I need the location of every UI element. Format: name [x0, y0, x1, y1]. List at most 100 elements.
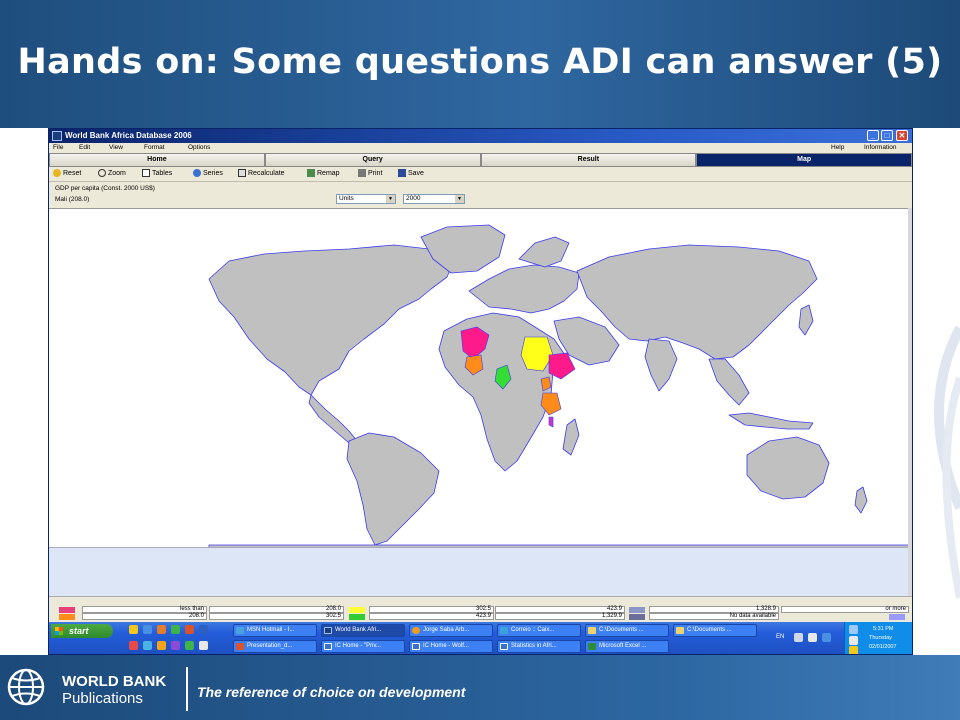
vertical-scrollbar[interactable] [908, 208, 912, 596]
taskbar-button-label: MSN Hotmail - I... [247, 627, 295, 633]
world-bank-logo-icon [7, 668, 45, 706]
taskbar-button-label: Presentation_d... [247, 643, 293, 649]
quicklaunch-icon[interactable] [185, 641, 194, 650]
app-icon [412, 627, 420, 634]
units-select[interactable]: Units ▼ [336, 194, 396, 204]
quicklaunch-icon[interactable] [157, 625, 166, 634]
taskbar-button[interactable]: Microsoft Excel ... [585, 640, 669, 653]
app-window: World Bank Africa Database 2006 _ □ ✕ Fi… [48, 128, 913, 655]
reset-button[interactable]: Reset [53, 169, 81, 177]
quicklaunch-icon[interactable] [171, 641, 180, 650]
tab-home[interactable]: Home [49, 153, 265, 167]
taskbar-button[interactable]: Correio :: Caix... [497, 624, 581, 637]
legend-value: 1,329.9 [495, 613, 625, 620]
language-indicator[interactable]: EN [776, 634, 784, 640]
taskbar-button-label: C:\Documents ... [687, 627, 732, 633]
landmass-japan [798, 304, 814, 336]
series-button[interactable]: Series [193, 169, 223, 177]
landmass-australia [746, 436, 830, 500]
close-button[interactable]: ✕ [896, 130, 908, 141]
menu-information[interactable]: Information [864, 144, 897, 151]
tray-icon[interactable] [794, 633, 803, 642]
legend-value: 302.5 [369, 606, 494, 613]
quicklaunch-icon[interactable] [129, 625, 138, 634]
quicklaunch-icon[interactable] [143, 641, 152, 650]
save-button[interactable]: Save [398, 169, 424, 177]
clock-time[interactable]: 5:31 PM [873, 626, 893, 632]
volume-icon[interactable] [849, 636, 858, 645]
legend-value: 1,328.9 [649, 606, 779, 613]
tab-result[interactable]: Result [480, 153, 697, 167]
map-legend: less than 208.0 208.0 302.5 302.5 423.9 … [49, 605, 912, 622]
clock-day: Thursday [869, 635, 892, 641]
menu-options[interactable]: Options [188, 144, 210, 151]
taskbar-button[interactable]: C:\Documents ... [673, 624, 757, 637]
legend-swatch-5 [629, 607, 645, 613]
legend-value: 423.9 [495, 606, 625, 613]
menu-format[interactable]: Format [144, 144, 165, 151]
tray-icon[interactable] [808, 633, 817, 642]
toolbar: Reset Zoom Tables Series Recalculate Rem… [49, 167, 912, 181]
menu-edit[interactable]: Edit [79, 144, 90, 151]
taskbar-button[interactable]: IC Home - "Priv... [321, 640, 405, 653]
tables-button[interactable]: Tables [142, 169, 172, 177]
taskbar-button[interactable]: MSN Hotmail - I... [233, 624, 317, 637]
quicklaunch-icon[interactable] [129, 641, 138, 650]
remap-button[interactable]: Remap [307, 169, 340, 177]
taskbar-button-label: Jorge Saba Arb... [423, 627, 470, 633]
world-map[interactable] [49, 208, 912, 549]
window-titlebar[interactable]: World Bank Africa Database 2006 _ □ ✕ [49, 129, 912, 143]
recalculate-button[interactable]: Recalculate [238, 169, 285, 177]
taskbar-button-label: Statistics in Afri... [511, 643, 557, 649]
legend-value: 302.5 [209, 613, 344, 620]
print-button[interactable]: Print [358, 169, 382, 177]
tab-bar: Home Query Result Map [49, 153, 912, 167]
landmass-india [644, 338, 678, 392]
taskbar-button-label: IC Home - "Priv... [335, 643, 382, 649]
alert-icon[interactable] [849, 646, 858, 654]
quicklaunch-icon[interactable] [171, 625, 180, 634]
chevron-down-icon: ▼ [386, 195, 395, 203]
decorative-swirl [913, 128, 960, 655]
region-ethiopia [548, 352, 576, 380]
menu-file[interactable]: File [53, 144, 63, 151]
tab-query[interactable]: Query [264, 153, 481, 167]
landmass-indonesia [728, 412, 814, 430]
taskbar-button[interactable]: Jorge Saba Arb... [409, 624, 493, 637]
minimize-button[interactable]: _ [867, 130, 879, 141]
start-button[interactable]: start [51, 624, 113, 638]
menu-help[interactable]: Help [831, 144, 844, 151]
year-select[interactable]: 2000 ▼ [403, 194, 465, 204]
quicklaunch-icon[interactable] [143, 625, 152, 634]
landmass-south-america [346, 432, 440, 546]
footer-tagline: The reference of choice on development [197, 684, 466, 700]
tab-map[interactable]: Map [696, 153, 912, 167]
quicklaunch-icon[interactable] [185, 625, 194, 634]
quicklaunch-icon[interactable] [157, 641, 166, 650]
maximize-button[interactable]: □ [881, 130, 893, 141]
app-icon [500, 643, 508, 650]
menu-view[interactable]: View [109, 144, 123, 151]
taskbar-button[interactable]: Presentation_d... [233, 640, 317, 653]
tray-icon[interactable] [822, 633, 831, 642]
taskbar-button[interactable]: World Bank Afri... [321, 624, 405, 637]
quicklaunch-icon[interactable] [199, 625, 208, 634]
series-label: Series [203, 169, 223, 177]
world-map-svg [208, 224, 912, 549]
app-icon [52, 131, 62, 141]
legend-lower-bound: less than [82, 606, 207, 613]
network-icon[interactable] [849, 625, 858, 634]
quicklaunch-icon[interactable] [199, 641, 208, 650]
taskbar-button[interactable]: C:\Documents ... [585, 624, 669, 637]
taskbar-button-label: IC Home - Wolf... [423, 643, 469, 649]
legend-value: 208.0 [209, 606, 344, 613]
legend-upper-bound: or more [781, 606, 909, 613]
brand-line-2: Publications [62, 690, 143, 707]
taskbar-button[interactable]: IC Home - Wolf... [409, 640, 493, 653]
horizontal-scrollbar[interactable] [49, 596, 912, 605]
folder-icon [588, 627, 596, 634]
legend-swatch-7 [889, 614, 905, 620]
zoom-button[interactable]: Zoom [98, 169, 126, 177]
taskbar-button-label: Correio :: Caix... [511, 627, 555, 633]
taskbar-button[interactable]: Statistics in Afri... [497, 640, 581, 653]
